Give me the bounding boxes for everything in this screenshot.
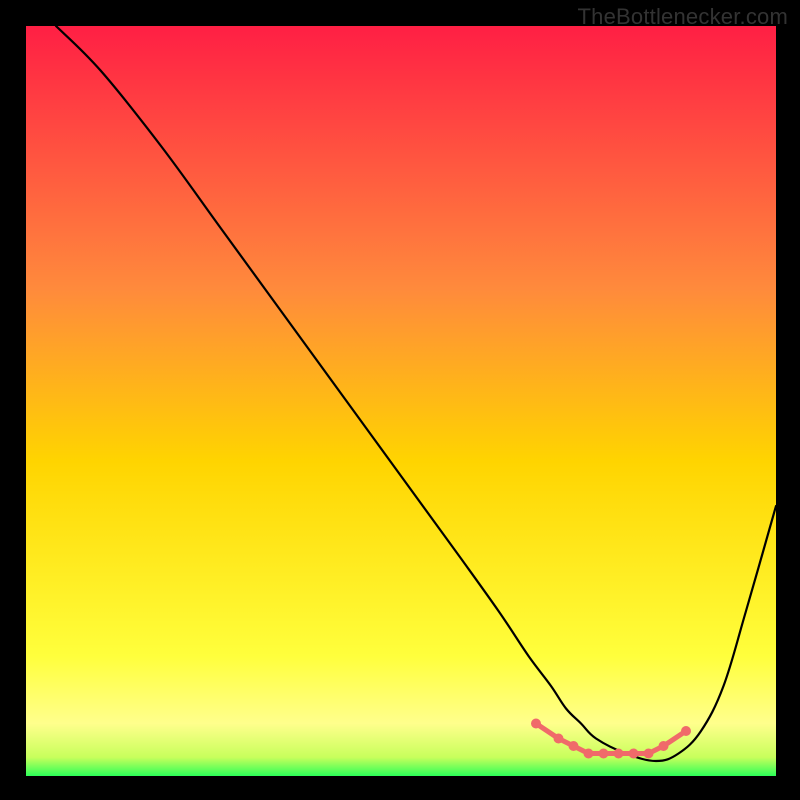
plot-area xyxy=(26,26,776,776)
chart-background xyxy=(26,26,776,776)
chart-svg xyxy=(26,26,776,776)
watermark-text: TheBottlenecker.com xyxy=(578,4,788,30)
chart-frame: TheBottlenecker.com xyxy=(0,0,800,800)
